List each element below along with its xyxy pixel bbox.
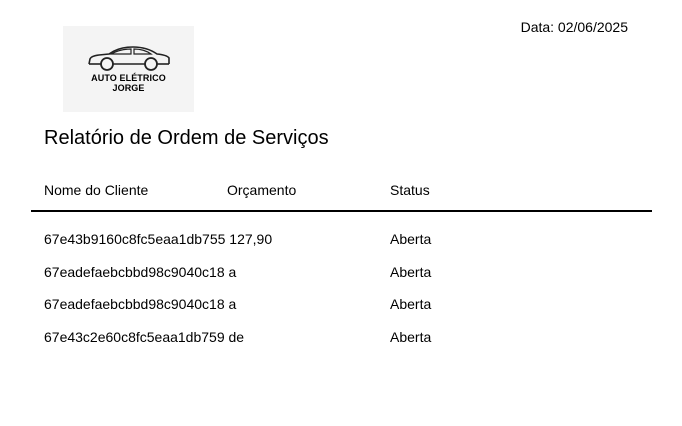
logo-line-1: AUTO ELÉTRICO xyxy=(91,73,166,83)
cell-status: Aberta xyxy=(390,231,432,247)
logo-line-2: JORGE xyxy=(112,83,145,93)
cell-status: Aberta xyxy=(390,328,432,345)
table-row: 67e43c2e60c8fc5eaa1db759 de Aberta xyxy=(44,329,644,362)
cell-client: 67e43c2e60c8fc5eaa1db759 de xyxy=(44,328,245,345)
table-row: 67eadefaebcbbd98c9040c18 a Aberta xyxy=(44,264,644,297)
column-header-budget: Orçamento xyxy=(227,182,297,198)
company-logo: AUTO ELÉTRICO JORGE xyxy=(63,26,194,112)
cell-status: Aberta xyxy=(390,296,432,312)
car-icon xyxy=(88,46,170,71)
cell-client: 67eadefaebcbbd98c9040c18 a xyxy=(44,296,237,312)
report-date: Data: 02/06/2025 xyxy=(520,19,628,35)
logo-text: AUTO ELÉTRICO JORGE xyxy=(63,73,194,93)
column-header-client: Nome do Cliente xyxy=(44,182,149,198)
cell-client: 67e43b9160c8fc5eaa1db755 127,90 xyxy=(44,231,273,247)
table-row: 67eadefaebcbbd98c9040c18 a Aberta xyxy=(44,296,644,329)
report-title: Relatório de Ordem de Serviços xyxy=(44,127,329,149)
cell-status: Aberta xyxy=(390,263,432,280)
table-row: 67e43b9160c8fc5eaa1db755 127,90 Aberta xyxy=(44,231,644,264)
cell-client: 67eadefaebcbbd98c9040c18 a xyxy=(44,263,237,280)
table-body: 67e43b9160c8fc5eaa1db755 127,90 Aberta 6… xyxy=(44,231,644,361)
header-divider xyxy=(31,210,652,212)
column-header-status: Status xyxy=(390,182,430,198)
